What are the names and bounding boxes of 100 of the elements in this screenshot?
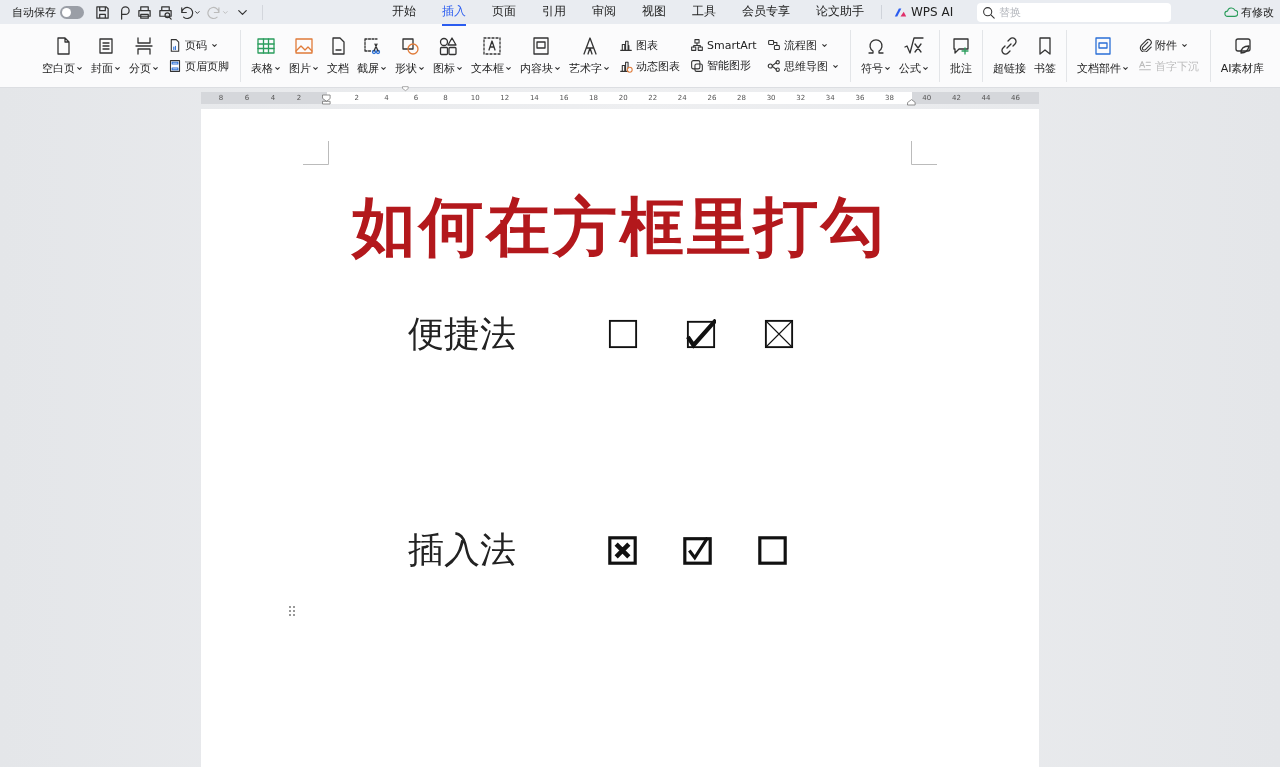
checked-box-icon xyxy=(686,319,716,349)
menu-tab[interactable]: 会员专享 xyxy=(742,0,790,26)
drop-cap-icon xyxy=(1137,59,1152,73)
page-number-icon xyxy=(168,38,182,52)
ribbon-button[interactable]: 智能图形 xyxy=(690,58,757,73)
cloud-icon xyxy=(1224,5,1238,19)
print-icon[interactable] xyxy=(137,4,152,20)
indent-marker-icon[interactable] xyxy=(401,86,410,94)
document-parts-icon xyxy=(1092,35,1113,56)
ribbon-button[interactable]: 页码 xyxy=(168,37,229,53)
caret-icon xyxy=(456,64,463,72)
crossed-box-icon xyxy=(608,535,637,565)
ribbon-button[interactable]: 思维导图 xyxy=(766,58,839,74)
menu-tab[interactable]: 审阅 xyxy=(592,0,616,26)
shapes-icon xyxy=(400,35,420,56)
smart-shape-icon xyxy=(690,58,704,73)
caret-icon xyxy=(152,64,159,72)
ribbon-button[interactable]: 图片 xyxy=(285,35,323,76)
caret-icon xyxy=(883,64,891,72)
page-break-icon xyxy=(134,35,154,56)
save-icon[interactable] xyxy=(95,4,110,20)
margin-corner-mark xyxy=(911,141,937,165)
ribbon-button[interactable]: 形状 xyxy=(391,35,429,76)
menu-tab[interactable]: 开始 xyxy=(392,0,416,26)
search-icon xyxy=(982,5,996,19)
caret-icon xyxy=(211,41,218,49)
document-lines-icon xyxy=(96,35,116,56)
margin-corner-mark xyxy=(303,141,329,165)
ribbon-button[interactable]: 图表 xyxy=(619,37,680,53)
screenshot-icon xyxy=(362,35,382,56)
ribbon-button[interactable]: 分页 xyxy=(125,35,163,76)
crossed-box-icon xyxy=(764,319,794,349)
link-icon xyxy=(999,35,1020,56)
content-block-icon xyxy=(530,35,551,56)
ribbon-button[interactable]: 批注 xyxy=(945,35,976,76)
caret-icon xyxy=(921,64,929,72)
print-preview-icon[interactable] xyxy=(158,4,173,20)
caret-icon xyxy=(274,64,281,72)
header-footer-icon xyxy=(168,59,182,73)
caret-icon xyxy=(380,64,387,72)
caret-icon xyxy=(554,64,561,72)
ribbon-button[interactable]: AI素材库 xyxy=(1216,35,1269,76)
undo-icon[interactable] xyxy=(179,4,201,20)
bar-chart-icon xyxy=(619,38,633,52)
flowchart-icon xyxy=(766,38,781,52)
autosave-toggle[interactable] xyxy=(60,5,84,19)
method-label: 插入法 xyxy=(408,527,517,572)
checked-box-icon xyxy=(683,535,712,565)
dynamic-chart-icon xyxy=(619,59,633,73)
ribbon-button[interactable]: 内容块 xyxy=(516,35,565,76)
ribbon-button[interactable]: 动态图表 xyxy=(619,58,680,74)
search-field[interactable]: 替换 xyxy=(977,2,1172,22)
shapes-grid-icon xyxy=(438,35,458,56)
empty-checkbox-icon xyxy=(608,319,638,349)
menu-tab[interactable]: 视图 xyxy=(642,0,666,26)
caret-icon xyxy=(76,64,83,72)
menu-tab[interactable]: 引用 xyxy=(542,0,566,26)
ribbon-button[interactable]: 文档部件 xyxy=(1072,35,1133,76)
ribbon-button[interactable]: SmartArt xyxy=(690,38,757,52)
ribbon-button[interactable]: 图标 xyxy=(429,35,467,76)
text-box-icon xyxy=(481,35,502,56)
ai-logo-icon xyxy=(894,6,907,18)
caret-icon xyxy=(114,64,121,72)
ribbon-button[interactable]: 表格 xyxy=(247,35,285,76)
ribbon-button[interactable]: 封面 xyxy=(87,35,125,76)
image-icon xyxy=(294,35,314,56)
caret-icon xyxy=(831,62,839,70)
ribbon-button[interactable]: 符号 xyxy=(856,35,895,76)
ai-button[interactable]: WPS AI xyxy=(894,5,954,19)
ribbon-button[interactable]: 超链接 xyxy=(988,35,1030,76)
caret-icon xyxy=(1180,41,1188,49)
ribbon-button[interactable]: 文本框 xyxy=(467,35,516,76)
caret-icon xyxy=(1121,64,1129,72)
ribbon-button[interactable]: 截屏 xyxy=(353,35,391,76)
ribbon-button[interactable]: 空白页 xyxy=(38,35,87,76)
formula-icon xyxy=(903,35,924,56)
menu-tab[interactable]: 论文助手 xyxy=(816,0,864,26)
comment-icon xyxy=(950,35,971,56)
ribbon-button[interactable]: 书签 xyxy=(1029,35,1060,76)
menu-tab[interactable]: 页面 xyxy=(492,0,516,26)
ribbon-button[interactable]: 附件 xyxy=(1137,37,1199,53)
empty-checkbox-icon xyxy=(758,535,787,565)
image-leaf-icon xyxy=(1232,35,1253,56)
method-label: 便捷法 xyxy=(408,311,517,356)
ribbon-button[interactable]: 页眉页脚 xyxy=(168,58,229,74)
ribbon-button[interactable]: 公式 xyxy=(894,35,933,76)
ribbon-button[interactable]: 流程图 xyxy=(766,37,839,53)
autosave-label: 自动保存 xyxy=(12,4,56,20)
drag-handle-icon[interactable] xyxy=(288,605,296,617)
redo-icon xyxy=(207,4,229,20)
indent-marker-icon[interactable] xyxy=(322,94,331,105)
caret-icon xyxy=(312,64,319,72)
mind-map-icon xyxy=(766,59,781,73)
menu-tab[interactable]: 工具 xyxy=(692,0,716,26)
ribbon-button[interactable]: 艺术字 xyxy=(565,35,614,76)
ribbon-button[interactable]: 文档 xyxy=(323,35,353,76)
table-icon xyxy=(256,35,276,56)
org-chart-icon xyxy=(690,38,704,52)
caret-icon xyxy=(820,41,828,49)
save-status: 有修改 xyxy=(1241,4,1274,20)
